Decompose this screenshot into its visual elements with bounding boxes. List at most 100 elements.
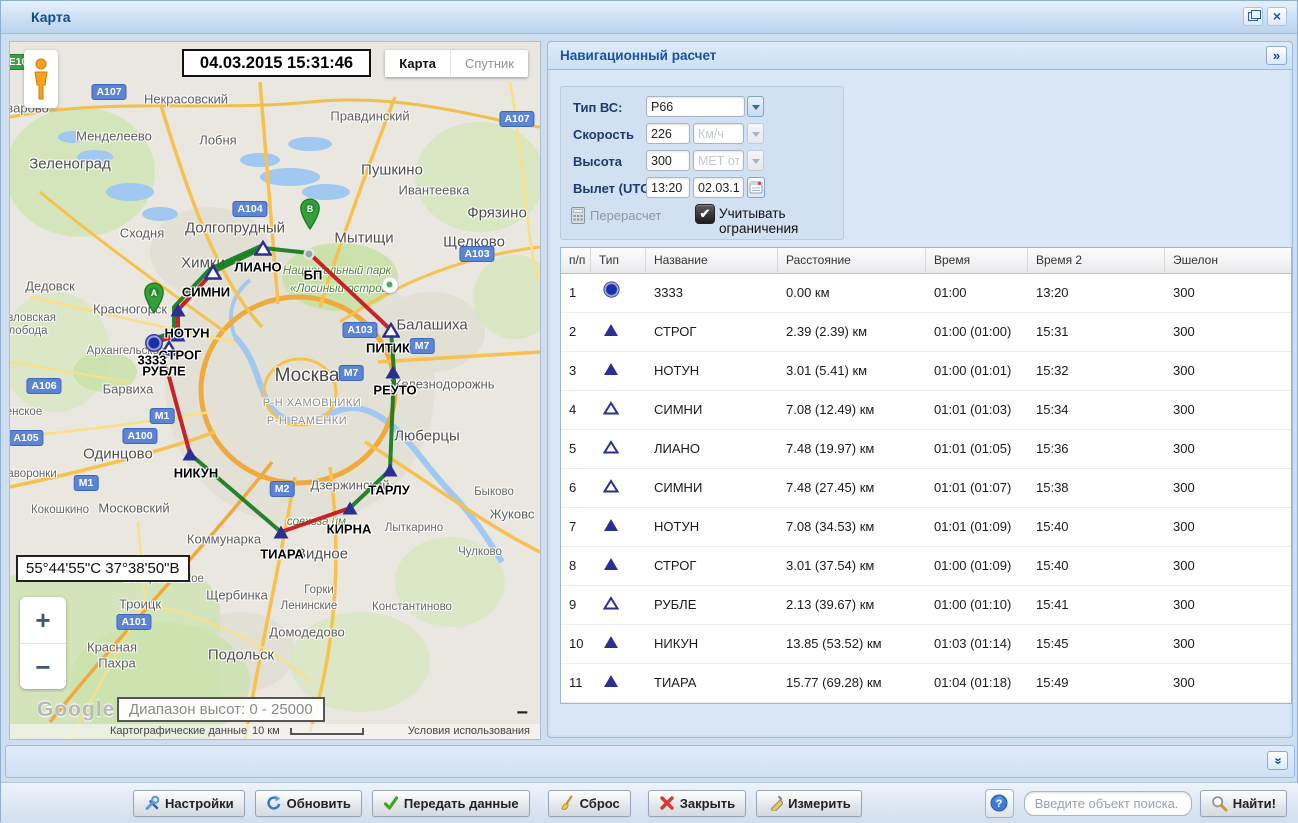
waypoint-marker-filled[interactable]: [382, 463, 399, 478]
zoom-out-button[interactable]: −: [20, 644, 66, 690]
double-chevron-up-icon: «: [1269, 757, 1285, 764]
departure-time-input[interactable]: [646, 177, 690, 198]
cell-time2: 15:34: [1028, 391, 1165, 429]
restrictions-checkbox[interactable]: ✔: [695, 204, 715, 224]
altitude-unit-dropdown-trigger: [747, 150, 764, 171]
terms-link[interactable]: Условия использования: [408, 725, 530, 737]
col-header-type[interactable]: Тип: [591, 248, 646, 273]
window-title: Карта: [31, 9, 71, 25]
departure-date-input[interactable]: [693, 177, 744, 198]
reset-button[interactable]: Сброс: [548, 790, 631, 817]
route-table: п/п Тип Название Расстояние Время Время …: [560, 247, 1292, 704]
cell-name: ЛИАНО: [646, 430, 778, 468]
cell-distance: 7.48 (27.45) км: [778, 469, 926, 507]
route-table-row[interactable]: 11ТИАРА15.77 (69.28) км01:04 (01:18)15:4…: [561, 664, 1291, 703]
recalculate-button[interactable]: Перерасчет: [571, 207, 661, 224]
calendar-button[interactable]: [747, 177, 765, 198]
refresh-label: Обновить: [287, 796, 351, 811]
col-header-name[interactable]: Название: [646, 248, 778, 273]
route-table-row[interactable]: 5ЛИАНО7.48 (19.97) км01:01 (01:05)15:363…: [561, 430, 1291, 469]
send-data-button[interactable]: Передать данные: [372, 790, 530, 817]
south-expand-button[interactable]: «: [1267, 751, 1288, 770]
measure-button[interactable]: Измерить: [756, 790, 862, 817]
cell-num: 9: [561, 586, 591, 624]
refresh-button[interactable]: Обновить: [255, 790, 362, 817]
waypoint-type-icon-outline: [603, 587, 619, 625]
aircraft-type-dropdown-trigger[interactable]: [747, 96, 764, 117]
cell-level: 300: [1165, 586, 1291, 624]
col-header-num[interactable]: п/п: [561, 248, 591, 273]
cell-num: 11: [561, 664, 591, 702]
route-table-row[interactable]: 4СИМНИ7.08 (12.49) км01:01 (01:03)15:343…: [561, 391, 1291, 430]
waypoint-marker-outline[interactable]: [204, 264, 222, 280]
waypoint-label: ТАРЛУ: [368, 483, 410, 498]
pegman-control[interactable]: [24, 50, 58, 108]
aircraft-type-input[interactable]: [646, 96, 745, 117]
map-type-map-button[interactable]: Карта: [385, 50, 450, 77]
route-segment-red: [309, 253, 391, 330]
cell-time: 01:00 (01:10): [926, 586, 1028, 624]
route-table-row[interactable]: 3НОТУН3.01 (5.41) км01:00 (01:01)15:3230…: [561, 352, 1291, 391]
cell-name: НИКУН: [646, 625, 778, 663]
waypoint-marker-filled[interactable]: [182, 447, 199, 462]
cell-time: 01:00 (01:09): [926, 547, 1028, 585]
col-header-time2[interactable]: Время 2: [1028, 248, 1165, 273]
settings-button[interactable]: Настройки: [133, 790, 245, 817]
waypoint-marker-outline[interactable]: [254, 240, 272, 256]
close-button[interactable]: Закрыть: [648, 790, 746, 817]
route-table-row[interactable]: 6СИМНИ7.48 (27.45) км01:01 (01:07)15:383…: [561, 469, 1291, 508]
speed-input[interactable]: [646, 123, 690, 144]
cell-time2: 15:40: [1028, 547, 1165, 585]
speed-unit-input: [693, 123, 744, 144]
waypoint-marker-filled[interactable]: [342, 501, 359, 516]
col-header-time[interactable]: Время: [926, 248, 1028, 273]
route-table-row[interactable]: 10НИКУН13.85 (53.52) км01:03 (01:14)15:4…: [561, 625, 1291, 664]
search-input[interactable]: [1024, 791, 1192, 816]
cell-time2: 15:38: [1028, 469, 1165, 507]
waypoint-marker-dot[interactable]: [304, 249, 315, 260]
col-header-distance[interactable]: Расстояние: [778, 248, 926, 273]
svg-text:B: B: [307, 204, 313, 214]
col-header-level[interactable]: Эшелон: [1165, 248, 1291, 273]
scale-label: 10 км: [252, 725, 280, 737]
map-attribution-bar: Картографические данные 10 км Условия ис…: [10, 724, 540, 739]
altitude-range-box: Диапазон высот: 0 - 25000: [117, 697, 325, 722]
waypoint-label: ТИАРА: [260, 547, 304, 562]
waypoint-marker-filled[interactable]: [273, 525, 290, 540]
route-table-row[interactable]: 133330.00 км01:0013:20300: [561, 274, 1291, 313]
route-table-row[interactable]: 9РУБЛЕ2.13 (39.67) км01:00 (01:10)15:413…: [561, 586, 1291, 625]
zoom-in-button[interactable]: +: [20, 597, 66, 644]
speed-label: Скорость: [573, 127, 634, 142]
route-table-row[interactable]: 2СТРОГ2.39 (2.39) км01:00 (01:00)15:3130…: [561, 313, 1291, 352]
calendar-icon: [749, 180, 763, 195]
navigation-panel-body: Тип ВС: Скорость Высота Вылет (UTC):: [550, 70, 1290, 735]
find-label: Найти!: [1233, 796, 1276, 811]
route-table-row[interactable]: 7НОТУН7.08 (34.53) км01:01 (01:09)15:403…: [561, 508, 1291, 547]
waypoint-marker-outline[interactable]: [382, 322, 400, 338]
cell-level: 300: [1165, 430, 1291, 468]
waypoint-type-icon-filled: [603, 665, 619, 703]
waypoint-type-icon-filled: [603, 626, 619, 664]
waypoint-marker-filled[interactable]: [170, 303, 187, 318]
cell-distance: 3.01 (5.41) км: [778, 352, 926, 390]
altitude-input[interactable]: [646, 150, 690, 171]
waypoint-type-icon-circle: [603, 275, 620, 313]
close-window-button[interactable]: ×: [1267, 7, 1287, 26]
cell-distance: 7.08 (12.49) км: [778, 391, 926, 429]
find-button[interactable]: Найти!: [1200, 790, 1287, 817]
route-table-row[interactable]: 8СТРОГ3.01 (37.54) км01:00 (01:09)15:403…: [561, 547, 1291, 586]
map-minus-glyph: −: [516, 702, 528, 725]
waypoint-type-icon-outline: [603, 431, 619, 469]
cell-distance: 13.85 (53.52) км: [778, 625, 926, 663]
help-button[interactable]: ?: [985, 789, 1014, 818]
restore-icon-2: [1251, 10, 1261, 19]
map-type-satellite-button[interactable]: Спутник: [450, 50, 528, 77]
restore-window-button[interactable]: [1243, 7, 1263, 26]
cell-name: 3333: [646, 274, 778, 312]
map-pin-B[interactable]: B: [300, 198, 321, 230]
map-pin-A[interactable]: A: [144, 282, 165, 314]
map-panel[interactable]: заровоМенделеевоНекрасовскийПравдинскийЛ…: [9, 41, 541, 740]
panel-collapse-button[interactable]: »: [1266, 46, 1287, 65]
waypoint-marker-filled[interactable]: [385, 365, 402, 380]
navigation-panel-title: Навигационный расчет: [560, 48, 716, 63]
